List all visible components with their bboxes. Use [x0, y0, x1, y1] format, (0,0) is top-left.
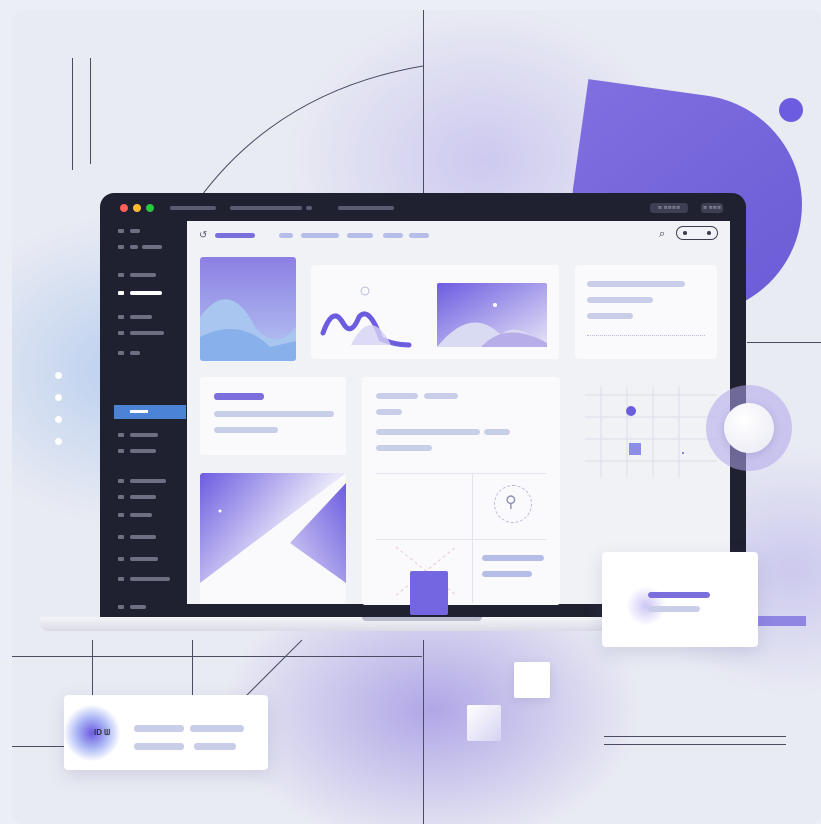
- decorative-square: [467, 705, 501, 741]
- decorative-square: [410, 571, 448, 615]
- abstract-image: [200, 473, 346, 583]
- text-line: [190, 725, 244, 732]
- text-line: [587, 297, 653, 303]
- text-line: [194, 743, 236, 750]
- floating-card[interactable]: [602, 552, 758, 647]
- laptop-base: [40, 617, 680, 631]
- maximize-button[interactable]: [146, 204, 154, 212]
- image-card[interactable]: [200, 473, 346, 604]
- detail-card[interactable]: ⚲: [362, 377, 560, 605]
- text-line: [648, 606, 700, 612]
- nav-link[interactable]: [301, 233, 339, 238]
- chart-card[interactable]: [311, 265, 559, 359]
- nav-link[interactable]: [409, 233, 429, 238]
- decorative-dot: [779, 98, 803, 122]
- text-line: [214, 411, 334, 417]
- text-line: [587, 313, 633, 319]
- nav-link-active[interactable]: [215, 233, 255, 238]
- title-pill[interactable]: ≡ ≡≡≡≡: [650, 203, 688, 213]
- divider: [376, 473, 546, 474]
- text-line: [134, 743, 184, 750]
- text-line: [376, 429, 480, 435]
- text-line: [376, 409, 402, 415]
- decorative-square: [514, 662, 550, 698]
- title-placeholder: [338, 206, 394, 210]
- laptop-notch: [362, 617, 482, 621]
- badge-card[interactable]: ID ᗯ: [64, 695, 268, 770]
- title-placeholder: [306, 206, 312, 210]
- glow: [64, 705, 120, 761]
- sidebar-item-selected[interactable]: [114, 405, 186, 419]
- text-line: [424, 393, 458, 399]
- badge-text: ID ᗯ: [94, 728, 110, 737]
- text-line: [376, 445, 432, 451]
- text-line: [484, 429, 510, 435]
- grid-chart: [585, 387, 717, 477]
- title-placeholder: [170, 206, 216, 210]
- mountain-image: [200, 299, 296, 361]
- nav-link[interactable]: [383, 233, 403, 238]
- title-placeholder: [230, 206, 302, 210]
- text-line: [134, 725, 184, 732]
- text-line: [214, 427, 278, 433]
- text-card[interactable]: [200, 377, 346, 455]
- heading-line: [214, 393, 264, 400]
- wave-chart: [320, 283, 547, 348]
- divider: [587, 335, 705, 336]
- image-card[interactable]: [200, 257, 296, 361]
- text-line: [482, 571, 532, 577]
- location-pin-icon[interactable]: ⚲: [494, 485, 532, 523]
- text-line: [376, 393, 418, 399]
- main-content: ↺ ⌕ ⚲: [187, 221, 730, 615]
- decorative-ring: [706, 385, 792, 471]
- divider: [472, 473, 473, 603]
- minimize-button[interactable]: [133, 204, 141, 212]
- search-icon[interactable]: ⌕: [659, 228, 665, 241]
- close-button[interactable]: [120, 204, 128, 212]
- logo-icon[interactable]: ↺: [199, 230, 207, 241]
- text-line: [482, 555, 544, 561]
- title-pill[interactable]: ≡ ≡≡≡: [701, 203, 723, 213]
- sidebar: [100, 221, 186, 618]
- toggle-icon[interactable]: [676, 226, 718, 240]
- text-card[interactable]: [575, 265, 717, 359]
- text-line: [587, 281, 685, 287]
- title-bar: ≡ ≡≡≡≡ ≡ ≡≡≡: [100, 193, 746, 221]
- heading-line: [648, 592, 710, 598]
- nav-link[interactable]: [279, 233, 293, 238]
- nav-link[interactable]: [347, 233, 373, 238]
